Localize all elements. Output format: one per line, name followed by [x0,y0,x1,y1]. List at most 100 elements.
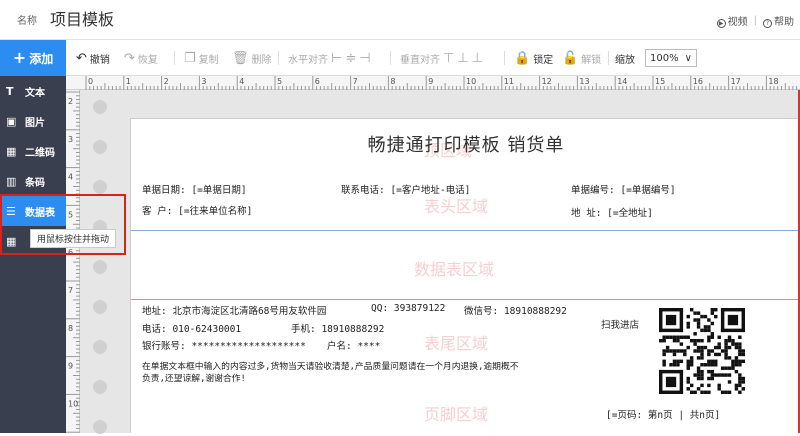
field-mobile[interactable]: 手机: 18910888292 [291,321,384,335]
name-label: 名称 [17,16,37,27]
ruler-left: 2 3 4 5 6 7 8 9 10 [66,90,80,433]
ruler-left-label: 3 [68,135,73,144]
toolbar: + 添加 ↶ 撤销 ↷ 恢复 ❐ 复制 🗑 删除 水平对齐 ⊢ ≑ ⊣ 垂直对齐 ⊤ ⊥ ⊥ 🔒 锁定… [0,40,800,76]
punch-hole [93,420,107,434]
ruler-top: 0 1 2 3 4 5 6 7 8 9 10 11 12 13 14 15 16 17 18 [66,76,800,90]
punch-hole [93,100,107,114]
ruler-left-label: 9 [68,362,73,371]
field-scan-label[interactable]: 扫我进店 [601,317,639,331]
help-links: ▶ 视频 | ? 帮助 [716,13,794,28]
qrcode-icon: ▦ [6,144,17,158]
zoom-select[interactable]: 100% ∨ [645,49,697,67]
header-watermark: 表头区域 [424,197,489,216]
ruler-top-label: 0 [88,77,93,86]
sidebar-item-datatable[interactable]: ☰ 数据表 [0,196,66,226]
redo-icon: ↷ [124,50,135,66]
divider [608,51,609,65]
ruler-left-label: 8 [68,324,73,333]
footer-watermark: 表尾区域 [424,334,489,353]
document-title[interactable]: 畅捷通打印模板 销货单 [131,131,800,157]
align-middle-icon: ⊥ [457,50,469,66]
redo-button[interactable]: ↷ 恢复 [124,49,158,67]
field-address[interactable]: 地 址: [=全地址] [571,205,653,219]
ruler-top-ticks: 0 1 2 3 4 5 6 7 8 9 10 11 12 13 14 15 16 17 18 [85,76,798,90]
design-canvas[interactable]: 顶区域 畅捷通打印模板 销货单 表头区域 单据日期: [=单据日期] 联系电话:… [80,90,800,434]
ruler-top-label: 5 [277,77,282,86]
qrcode-image[interactable] [659,308,745,394]
field-page-number[interactable]: [=页码: 第n页 | 共n页] [606,407,720,421]
undo-button[interactable]: ↶ 撤销 [76,49,110,67]
punch-hole [93,340,107,354]
table-icon: ▦ [6,234,17,248]
field-account-name[interactable]: 户名: **** [327,338,380,352]
ruler-top-label: 4 [239,77,244,86]
copy-button[interactable]: ❐ 复制 [184,49,219,67]
field-date[interactable]: 单据日期: [=单据日期] [142,182,247,196]
page-title[interactable]: 项目模板 [50,6,114,30]
ruler-top-label: 3 [201,77,206,86]
ruler-top-label: 13 [579,77,589,86]
print-paper[interactable]: 顶区域 畅捷通打印模板 销货单 表头区域 单据日期: [=单据日期] 联系电话:… [130,118,800,433]
sidebar: T 文本 ▣ 图片 ▦ 二维码 ▥ 条码 ☰ 数据表 ▦ [0,76,66,433]
punch-hole [93,180,107,194]
ruler-top-label: 2 [164,77,169,86]
ruler-top-label: 17 [731,77,741,86]
sidebar-item-barcode[interactable]: ▥ 条码 [0,166,66,196]
field-company-address[interactable]: 地址: 北京市海淀区北清路68号用友软件园 [142,303,326,317]
align-bottom-icon: ⊥ [471,50,483,66]
ruler-left-label: 6 [68,248,73,257]
unlock-button[interactable]: 🔓 解锁 [562,49,601,67]
vertical-align-button[interactable]: 垂直对齐 ⊤ ⊥ ⊥ [400,49,483,67]
play-icon: ▶ [716,19,726,28]
punch-hole [93,380,107,394]
ruler-top-label: 8 [390,77,395,86]
sidebar-item-image[interactable]: ▣ 图片 [0,106,66,136]
ruler-top-label: 14 [617,77,627,86]
zoom-label: 缩放 [615,54,635,66]
divider [174,51,175,65]
ruler-top-label: 1 [126,77,131,86]
sidebar-item-text[interactable]: T 文本 [0,76,66,106]
unlock-icon: 🔓 [562,50,579,66]
ruler-top-label: 16 [693,77,703,86]
align-right-icon: ⊣ [359,50,371,66]
drag-tooltip: 用鼠标按住并拖动 [30,229,117,248]
text-icon: T [6,84,14,98]
field-customer[interactable]: 客 户: [=往来单位名称] [142,203,252,217]
video-link[interactable]: ▶ 视频 [716,13,748,28]
field-phone[interactable]: 联系电话: [=客户地址-电话] [341,182,470,196]
ruler-left-label: 7 [68,286,73,295]
title-bar: 名称 项目模板 ▶ 视频 | ? 帮助 [0,0,800,40]
ruler-top-label: 12 [542,77,552,86]
lock-button[interactable]: 🔒 锁定 [514,49,553,67]
chevron-down-icon: ∨ [684,52,692,64]
barcode-icon: ▥ [6,174,17,188]
field-tel[interactable]: 电话: 010-62430001 [142,321,241,335]
band-divider [131,299,800,300]
ruler-left-label: 5 [68,210,73,219]
ruler-top-label: 11 [504,77,514,86]
lock-icon: 🔒 [514,50,531,66]
ruler-left-label: 10 [68,399,78,408]
delete-button[interactable]: 🗑 删除 [232,49,272,67]
punch-hole [93,140,107,154]
add-button[interactable]: + 添加 [0,40,66,76]
help-link[interactable]: ? 帮助 [763,13,794,28]
field-wechat[interactable]: 微信号: 18910888292 [464,303,567,317]
ruler-top-label: 10 [466,77,476,86]
field-bank[interactable]: 银行账号: ******************** [142,338,306,352]
ruler-top-label: 15 [655,77,665,86]
sidebar-item-qrcode[interactable]: ▦ 二维码 [0,136,66,166]
datatable-icon: ☰ [6,204,16,218]
datatable-watermark: 数据表区域 [414,260,495,279]
copy-icon: ❐ [184,50,196,66]
field-number[interactable]: 单据编号: [=单据编号] [571,182,676,196]
horizontal-align-button[interactable]: 水平对齐 ⊢ ≑ ⊣ [288,49,371,67]
field-notice-line2[interactable]: 负责,还望谅解,谢谢合作! [142,371,246,384]
undo-icon: ↶ [76,50,87,66]
field-qq[interactable]: QQ: 393879122 [371,303,445,314]
image-icon: ▣ [6,114,17,128]
align-center-icon: ≑ [345,50,357,66]
band-divider [131,230,800,231]
align-top-icon: ⊤ [443,50,455,66]
